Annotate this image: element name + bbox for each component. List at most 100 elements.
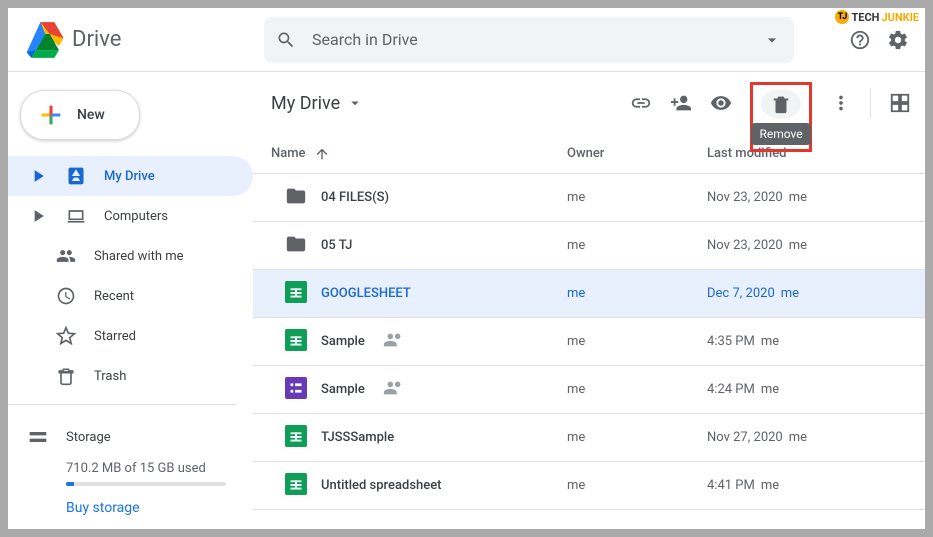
- more-icon[interactable]: [830, 92, 852, 114]
- breadcrumb[interactable]: My Drive: [271, 93, 364, 114]
- file-type-icon: [285, 377, 307, 403]
- file-name: 04 FILES(S): [321, 190, 389, 205]
- settings-icon[interactable]: [887, 29, 909, 51]
- new-button-label: New: [77, 107, 105, 123]
- row-modified: Dec 7, 2020me: [707, 286, 907, 301]
- grid-view-icon[interactable]: [889, 92, 911, 114]
- row-modified: Nov 23, 2020me: [707, 190, 907, 205]
- row-owner: me: [567, 286, 707, 301]
- watermark: TJ TECHJUNKIE: [835, 10, 919, 24]
- remove-tooltip: Remove: [751, 123, 810, 145]
- file-name: Sample: [321, 334, 365, 349]
- table-row[interactable]: TJSSSample meNov 27, 2020me: [253, 414, 925, 462]
- expand-icon: [28, 206, 48, 226]
- file-type-icon: [285, 185, 307, 211]
- row-name: Sample: [271, 377, 567, 403]
- my-drive-icon: [66, 166, 86, 186]
- row-name: 04 FILES(S): [271, 185, 567, 211]
- row-modified: Nov 27, 2020me: [707, 430, 907, 445]
- file-name: TJSSSample: [321, 430, 394, 445]
- file-type-icon: [285, 329, 307, 355]
- sidebar-item-shared[interactable]: Shared with me: [8, 236, 253, 276]
- preview-icon[interactable]: [710, 92, 732, 114]
- shared-indicator-icon: [379, 377, 405, 403]
- header: Drive Search in Drive: [8, 8, 925, 72]
- sidebar-item-storage[interactable]: Storage: [28, 417, 233, 457]
- remove-button[interactable]: [761, 89, 801, 119]
- row-modified: 4:35 PMme: [707, 334, 907, 349]
- shared-indicator-icon: [379, 329, 405, 355]
- sidebar-item-label: Starred: [94, 329, 136, 344]
- row-modified: Nov 23, 2020me: [707, 238, 907, 253]
- row-name: TJSSSample: [271, 425, 567, 451]
- row-modified: 4:41 PMme: [707, 478, 907, 493]
- search-placeholder: Search in Drive: [312, 30, 762, 49]
- sidebar-item-label: Recent: [94, 289, 134, 304]
- file-name: Sample: [321, 382, 365, 397]
- computers-icon: [66, 206, 86, 226]
- sidebar-item-label: Shared with me: [94, 249, 184, 264]
- table-row[interactable]: Untitled spreadsheetme4:41 PMme: [253, 462, 925, 510]
- sidebar-item-my-drive[interactable]: My Drive: [8, 156, 253, 196]
- row-owner: me: [567, 190, 707, 205]
- row-owner: me: [567, 382, 707, 397]
- table-row[interactable]: 04 FILES(S) meNov 23, 2020me: [253, 174, 925, 222]
- sidebar: New My Drive Computers Shared with me Re…: [8, 72, 253, 529]
- row-name: GOOGLESHEET: [271, 281, 567, 307]
- sidebar-item-recent[interactable]: Recent: [8, 276, 253, 316]
- search-icon: [276, 30, 296, 50]
- sidebar-item-computers[interactable]: Computers: [8, 196, 253, 236]
- file-name: 05 TJ: [321, 238, 352, 253]
- sidebar-item-label: My Drive: [104, 169, 155, 184]
- row-owner: me: [567, 430, 707, 445]
- row-name: Untitled spreadsheet: [271, 473, 567, 499]
- file-type-icon: [285, 233, 307, 259]
- row-name: 05 TJ: [271, 233, 567, 259]
- expand-icon: [28, 166, 48, 186]
- row-modified: 4:24 PMme: [707, 382, 907, 397]
- storage-icon: [28, 427, 48, 447]
- toolbar: My Drive Remove: [253, 72, 925, 134]
- file-type-icon: [285, 281, 307, 307]
- drive-logo-icon: [24, 20, 64, 60]
- file-type-icon: [285, 425, 307, 451]
- file-type-icon: [285, 473, 307, 499]
- trash-icon: [56, 366, 76, 386]
- sort-arrow-icon: [314, 146, 330, 162]
- main: My Drive Remove: [253, 72, 925, 529]
- sidebar-item-starred[interactable]: Starred: [8, 316, 253, 356]
- storage-usage-text: 710.2 MB of 15 GB used: [66, 461, 233, 476]
- sidebar-item-label: Trash: [94, 369, 126, 384]
- link-icon[interactable]: [630, 92, 652, 114]
- row-owner: me: [567, 238, 707, 253]
- file-name: Untitled spreadsheet: [321, 478, 442, 493]
- storage-bar: [66, 482, 226, 486]
- plus-icon: [37, 101, 65, 129]
- table-row[interactable]: GOOGLESHEET meDec 7, 2020me: [253, 270, 925, 318]
- logo-text: Drive: [72, 27, 121, 52]
- column-headers: Name Owner Last modified: [253, 134, 925, 174]
- star-icon: [56, 326, 76, 346]
- recent-icon: [56, 286, 76, 306]
- col-name[interactable]: Name: [271, 146, 567, 162]
- share-icon[interactable]: [670, 92, 692, 114]
- sidebar-item-trash[interactable]: Trash: [8, 356, 253, 396]
- search-input[interactable]: Search in Drive: [264, 17, 794, 63]
- table-row[interactable]: 05 TJ meNov 23, 2020me: [253, 222, 925, 270]
- dropdown-icon: [346, 94, 364, 112]
- row-name: Sample: [271, 329, 567, 355]
- row-owner: me: [567, 334, 707, 349]
- table-row[interactable]: Sample me4:24 PMme: [253, 366, 925, 414]
- table-row[interactable]: Sample me4:35 PMme: [253, 318, 925, 366]
- logo[interactable]: Drive: [24, 20, 264, 60]
- remove-button-highlight: Remove: [750, 82, 812, 152]
- trash-icon: [770, 93, 792, 115]
- search-options-icon[interactable]: [762, 30, 782, 50]
- help-icon[interactable]: [849, 29, 871, 51]
- shared-icon: [56, 246, 76, 266]
- file-name: GOOGLESHEET: [321, 286, 411, 301]
- sidebar-item-label: Computers: [104, 209, 168, 224]
- col-owner[interactable]: Owner: [567, 146, 707, 161]
- buy-storage-link[interactable]: Buy storage: [66, 500, 233, 516]
- new-button[interactable]: New: [20, 90, 140, 140]
